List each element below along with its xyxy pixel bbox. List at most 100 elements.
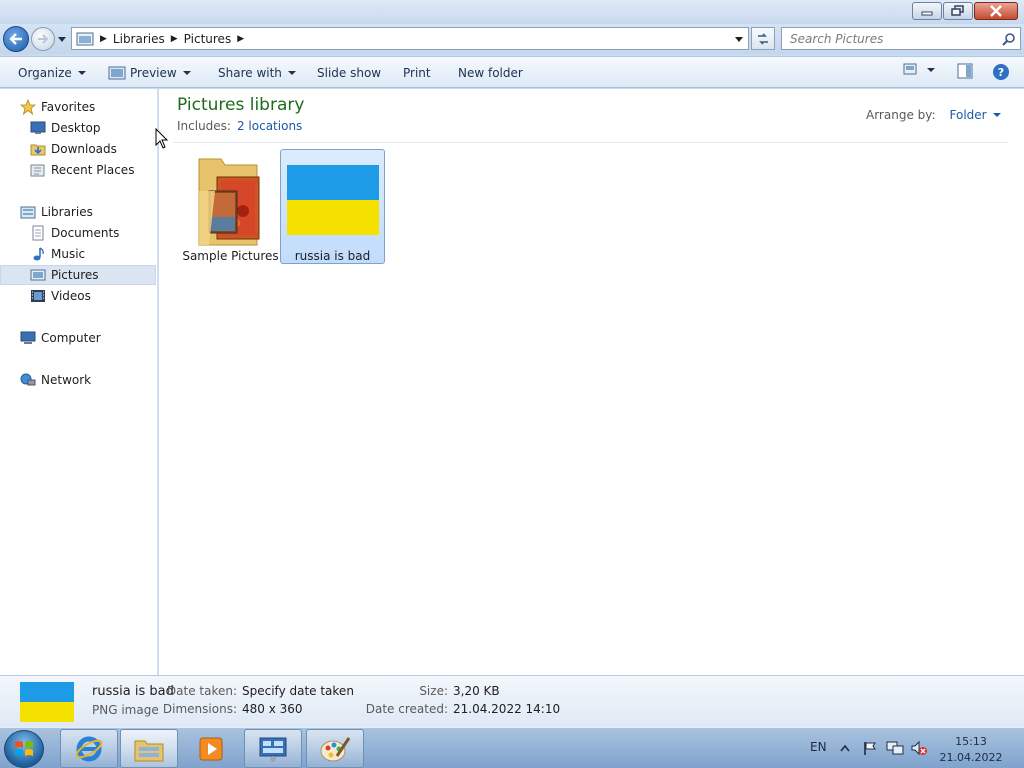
- taskbar-internet-explorer[interactable]: [60, 729, 118, 768]
- control-panel-icon: [259, 737, 287, 762]
- taskbar-control-panel[interactable]: [244, 729, 302, 768]
- svg-text:?: ?: [998, 66, 1004, 79]
- system-clock[interactable]: 15:13 21.04.2022: [936, 734, 1006, 766]
- arrange-by-label: Arrange by:: [866, 108, 936, 122]
- size-value: 3,20 KB: [453, 684, 500, 698]
- back-button[interactable]: [3, 26, 29, 52]
- date-taken-value[interactable]: Specify date taken: [242, 684, 354, 698]
- nav-network[interactable]: Network: [0, 370, 156, 390]
- star-icon: [20, 99, 36, 115]
- forward-button[interactable]: [31, 27, 55, 51]
- preview-icon: [108, 66, 126, 79]
- slide-show-button[interactable]: Slide show: [317, 57, 381, 88]
- clock-time: 15:13: [955, 735, 987, 748]
- title-bar: [0, 0, 1024, 24]
- show-hidden-icons-chevron-icon[interactable]: [840, 744, 850, 752]
- minimize-icon: [921, 11, 933, 16]
- search-icon[interactable]: [1002, 32, 1016, 46]
- taskbar-paint[interactable]: [306, 729, 364, 768]
- breadcrumb-libraries[interactable]: Libraries: [113, 32, 165, 46]
- help-button[interactable]: ?: [992, 63, 1010, 84]
- arrange-by-dropdown[interactable]: Folder: [950, 108, 987, 122]
- details-file-type: PNG image: [92, 703, 159, 717]
- address-bar[interactable]: ▶ Libraries ▶ Pictures ▶: [71, 27, 749, 50]
- taskbar-media-player[interactable]: [182, 729, 240, 768]
- search-box[interactable]: [781, 27, 1021, 50]
- music-icon: [30, 246, 46, 262]
- start-button[interactable]: [4, 730, 44, 768]
- size-label: Size:: [419, 684, 448, 698]
- command-bar: Organize Preview Share with Slide show P…: [0, 56, 1024, 88]
- nav-desktop[interactable]: Desktop: [0, 118, 156, 138]
- taskbar: EN 15:13 21.04.2022: [0, 727, 1024, 768]
- computer-icon: [20, 330, 36, 346]
- recent-pages-button[interactable]: [57, 34, 67, 44]
- nav-downloads[interactable]: Downloads: [0, 139, 156, 159]
- taskbar-windows-explorer[interactable]: [120, 729, 178, 768]
- documents-icon: [30, 225, 46, 241]
- nav-music[interactable]: Music: [0, 244, 156, 264]
- file-name: Sample Pictures: [182, 249, 279, 263]
- network-status-icon[interactable]: [886, 740, 904, 756]
- organize-menu[interactable]: Organize: [18, 57, 86, 88]
- nav-libraries-label: Libraries: [41, 205, 93, 219]
- breadcrumb-separator-icon[interactable]: ▶: [100, 34, 107, 44]
- forward-arrow-icon: [38, 34, 49, 44]
- nav-music-label: Music: [51, 247, 86, 261]
- restore-button[interactable]: [943, 2, 973, 20]
- library-includes: Includes: 2 locations: [177, 119, 302, 133]
- nav-videos[interactable]: Videos: [0, 286, 156, 306]
- refresh-button[interactable]: [751, 27, 775, 50]
- mouse-cursor-icon: [155, 128, 169, 149]
- nav-recent-places[interactable]: Recent Places: [0, 160, 156, 180]
- action-center-flag-icon[interactable]: [862, 740, 878, 756]
- share-with-label: Share with: [218, 65, 282, 80]
- address-row: ▶ Libraries ▶ Pictures ▶: [0, 24, 1024, 54]
- windows-explorer-icon: [134, 740, 164, 761]
- locations-link[interactable]: 2 locations: [237, 119, 302, 133]
- file-item-sample-pictures[interactable]: Sample Pictures: [178, 149, 283, 264]
- search-input[interactable]: [782, 28, 982, 49]
- chevron-down-icon[interactable]: [992, 113, 1001, 117]
- breadcrumb-separator-icon[interactable]: ▶: [171, 34, 178, 44]
- input-language[interactable]: EN: [810, 740, 827, 754]
- preview-menu[interactable]: Preview: [108, 57, 191, 88]
- window-controls: [912, 2, 1018, 20]
- preview-pane-icon: [957, 63, 973, 79]
- dimensions-value: 480 x 360: [242, 702, 303, 716]
- nav-videos-label: Videos: [51, 289, 91, 303]
- date-created-label: Date created:: [365, 702, 448, 716]
- videos-icon: [30, 288, 46, 304]
- close-icon: [990, 5, 1002, 17]
- dimensions-label: Dimensions:: [162, 702, 237, 716]
- chevron-down-icon: [927, 68, 935, 72]
- back-arrow-icon: [9, 33, 22, 45]
- address-history-dropdown[interactable]: [734, 33, 744, 45]
- breadcrumb-pictures[interactable]: Pictures: [184, 32, 232, 46]
- nav-computer[interactable]: Computer: [0, 328, 156, 348]
- print-button[interactable]: Print: [403, 57, 431, 88]
- volume-muted-icon[interactable]: [910, 740, 928, 756]
- nav-documents[interactable]: Documents: [0, 223, 156, 243]
- paint-icon: [320, 736, 351, 761]
- nav-computer-label: Computer: [41, 331, 101, 345]
- chevron-down-icon: [58, 36, 66, 42]
- view-options-dropdown[interactable]: [927, 68, 935, 72]
- close-button[interactable]: [974, 2, 1018, 20]
- navigation-pane: Favorites Desktop Downloads Recent Place…: [0, 89, 158, 675]
- nav-libraries[interactable]: Libraries: [0, 202, 156, 222]
- file-name: russia is bad: [294, 249, 371, 263]
- nav-downloads-label: Downloads: [51, 142, 117, 156]
- minimize-button[interactable]: [912, 2, 942, 20]
- details-thumbnail: [20, 682, 74, 722]
- nav-pictures[interactable]: Pictures: [0, 265, 156, 285]
- new-folder-button[interactable]: New folder: [458, 57, 523, 88]
- clock-date: 21.04.2022: [939, 751, 1003, 764]
- header-divider: [173, 142, 1008, 143]
- share-with-menu[interactable]: Share with: [218, 57, 296, 88]
- breadcrumb-separator-icon[interactable]: ▶: [237, 34, 244, 44]
- file-item-russia-is-bad[interactable]: russia is bad: [280, 149, 385, 264]
- preview-pane-button[interactable]: [957, 63, 973, 82]
- change-view-button[interactable]: [903, 63, 917, 78]
- nav-favorites[interactable]: Favorites: [0, 97, 156, 117]
